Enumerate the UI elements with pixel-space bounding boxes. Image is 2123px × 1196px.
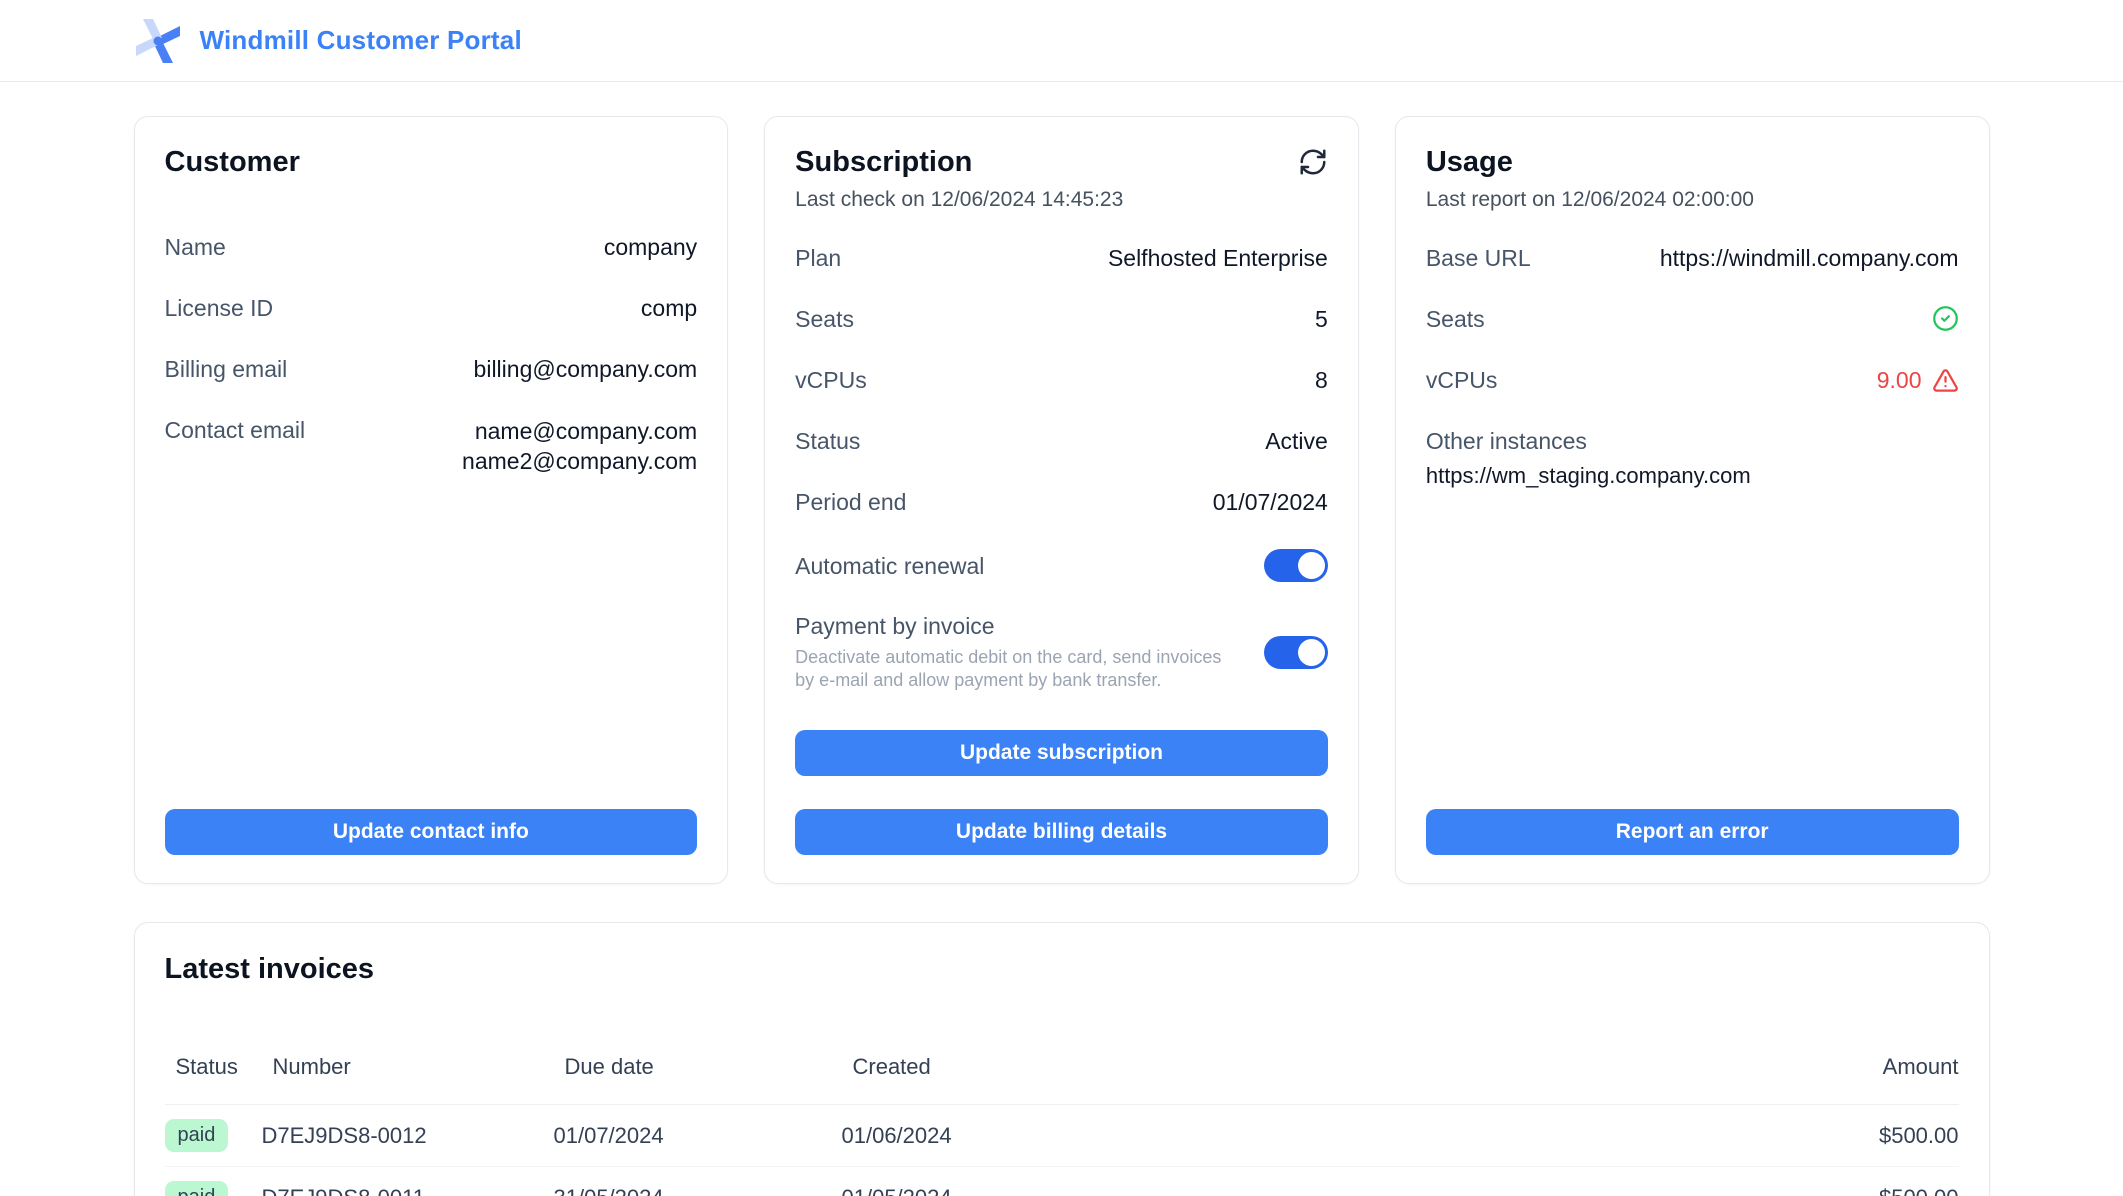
usage-seats-label: Seats bbox=[1426, 305, 1485, 333]
base-url-label: Base URL bbox=[1426, 244, 1531, 272]
vcpus-value: 8 bbox=[1315, 366, 1328, 394]
status-label: Status bbox=[795, 427, 860, 455]
check-circle-icon bbox=[1932, 305, 1959, 332]
invoice-due-date: 01/07/2024 bbox=[554, 1123, 842, 1149]
plan-row: Plan Selfhosted Enterprise bbox=[795, 244, 1328, 272]
vcpus-label: vCPUs bbox=[795, 366, 867, 394]
invoice-row: paid D7EJ9DS8-0011 31/05/2024 01/05/2024… bbox=[165, 1167, 1959, 1196]
invoices-table: Status Number Due date Created Amount pa… bbox=[165, 1054, 1959, 1196]
invoice-number: D7EJ9DS8-0011 bbox=[262, 1185, 554, 1196]
plan-value: Selfhosted Enterprise bbox=[1108, 244, 1328, 272]
automatic-renewal-toggle[interactable] bbox=[1264, 549, 1328, 582]
customer-contact-email-row: Contact email name@company.com name2@com… bbox=[165, 416, 698, 476]
app-title: Windmill Customer Portal bbox=[200, 25, 522, 56]
payment-by-invoice-label: Payment by invoice bbox=[795, 613, 994, 639]
latest-invoices-card: Latest invoices Status Number Due date C… bbox=[134, 922, 1990, 1196]
customer-billing-email-row: Billing email billing@company.com bbox=[165, 355, 698, 383]
name-value: company bbox=[604, 233, 697, 261]
contact-email-values: name@company.com name2@company.com bbox=[462, 416, 697, 476]
customer-license-row: License ID comp bbox=[165, 294, 698, 322]
payment-by-invoice-row: Payment by invoice Deactivate automatic … bbox=[795, 612, 1328, 692]
invoice-row: paid D7EJ9DS8-0012 01/07/2024 01/06/2024… bbox=[165, 1105, 1959, 1167]
status-row: Status Active bbox=[795, 427, 1328, 455]
report-an-error-button[interactable]: Report an error bbox=[1426, 809, 1959, 855]
usage-vcpus-value: 9.00 bbox=[1877, 366, 1922, 394]
vcpus-row: vCPUs 8 bbox=[795, 366, 1328, 394]
invoice-amount: $500.00 bbox=[1749, 1185, 1959, 1196]
app-header: Windmill Customer Portal bbox=[0, 0, 2123, 82]
warning-triangle-icon bbox=[1932, 367, 1959, 394]
invoice-created: 01/06/2024 bbox=[842, 1123, 1749, 1149]
usage-vcpus-label: vCPUs bbox=[1426, 366, 1498, 394]
other-instances-block: Other instances https://wm_staging.compa… bbox=[1426, 427, 1959, 489]
cards-row: Customer Name company License ID comp Bi… bbox=[134, 116, 1990, 884]
billing-email-label: Billing email bbox=[165, 355, 288, 383]
customer-card-title: Customer bbox=[165, 147, 300, 177]
payment-by-invoice-description: Deactivate automatic debit on the card, … bbox=[795, 646, 1225, 692]
refresh-icon[interactable] bbox=[1298, 147, 1328, 177]
seats-value: 5 bbox=[1315, 305, 1328, 333]
billing-email-value: billing@company.com bbox=[474, 355, 698, 383]
update-contact-info-button[interactable]: Update contact info bbox=[165, 809, 698, 855]
license-id-label: License ID bbox=[165, 294, 274, 322]
column-amount: Amount bbox=[1749, 1054, 1959, 1080]
payment-by-invoice-toggle[interactable] bbox=[1264, 636, 1328, 669]
column-number: Number bbox=[273, 1054, 565, 1080]
invoice-number: D7EJ9DS8-0012 bbox=[262, 1123, 554, 1149]
usage-card-title: Usage bbox=[1426, 147, 1513, 177]
period-end-row: Period end 01/07/2024 bbox=[795, 488, 1328, 516]
automatic-renewal-label: Automatic renewal bbox=[795, 552, 984, 580]
status-badge: paid bbox=[165, 1119, 229, 1152]
column-created: Created bbox=[853, 1054, 1749, 1080]
latest-invoices-title: Latest invoices bbox=[165, 953, 1959, 986]
update-subscription-button[interactable]: Update subscription bbox=[795, 730, 1328, 776]
contact-email-label: Contact email bbox=[165, 416, 306, 444]
usage-last-report: Last report on 12/06/2024 02:00:00 bbox=[1426, 188, 1959, 212]
update-billing-details-button[interactable]: Update billing details bbox=[795, 809, 1328, 855]
seats-row: Seats 5 bbox=[795, 305, 1328, 333]
invoices-table-header: Status Number Due date Created Amount bbox=[165, 1054, 1959, 1105]
period-end-value: 01/07/2024 bbox=[1213, 488, 1328, 516]
column-status: Status bbox=[176, 1054, 273, 1080]
other-instance-url: https://wm_staging.company.com bbox=[1426, 462, 1959, 489]
base-url-value: https://windmill.company.com bbox=[1660, 244, 1959, 272]
customer-card: Customer Name company License ID comp Bi… bbox=[134, 116, 729, 884]
invoice-due-date: 31/05/2024 bbox=[554, 1185, 842, 1196]
status-value: Active bbox=[1265, 427, 1328, 455]
usage-card: Usage Last report on 12/06/2024 02:00:00… bbox=[1395, 116, 1990, 884]
seats-label: Seats bbox=[795, 305, 854, 333]
invoice-created: 01/05/2024 bbox=[842, 1185, 1749, 1196]
plan-label: Plan bbox=[795, 244, 841, 272]
other-instances-label: Other instances bbox=[1426, 427, 1959, 455]
license-id-value: comp bbox=[641, 294, 697, 322]
period-end-label: Period end bbox=[795, 488, 906, 516]
subscription-last-check: Last check on 12/06/2024 14:45:23 bbox=[795, 188, 1328, 212]
contact-email-2: name2@company.com bbox=[462, 446, 697, 476]
invoice-amount: $500.00 bbox=[1749, 1123, 1959, 1149]
contact-email-1: name@company.com bbox=[462, 416, 697, 446]
automatic-renewal-row: Automatic renewal bbox=[795, 549, 1328, 582]
usage-vcpus-row: vCPUs 9.00 bbox=[1426, 366, 1959, 394]
windmill-logo-icon bbox=[134, 17, 182, 65]
status-badge: paid bbox=[165, 1181, 229, 1196]
usage-seats-row: Seats bbox=[1426, 305, 1959, 333]
base-url-row: Base URL https://windmill.company.com bbox=[1426, 244, 1959, 272]
customer-name-row: Name company bbox=[165, 233, 698, 261]
column-due-date: Due date bbox=[565, 1054, 853, 1080]
subscription-card: Subscription Last check on 12/06/2024 14… bbox=[764, 116, 1359, 884]
name-label: Name bbox=[165, 233, 226, 261]
subscription-card-title: Subscription bbox=[795, 147, 972, 177]
